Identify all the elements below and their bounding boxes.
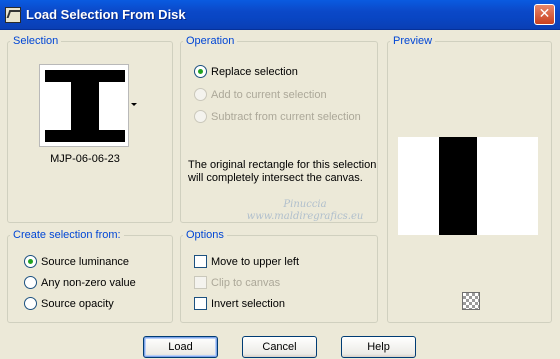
checkerboard-icon[interactable] <box>462 292 480 310</box>
cancel-button[interactable]: Cancel <box>242 336 317 358</box>
radio-label: Any non-zero value <box>41 277 136 289</box>
chevron-down-icon[interactable] <box>131 103 137 106</box>
selection-name: MJP-06-06-23 <box>50 153 120 165</box>
checkbox[interactable] <box>194 297 207 310</box>
checkbox-label: Move to upper left <box>211 256 300 268</box>
thumbnail-shape-stem <box>71 82 99 130</box>
window-title: Load Selection From Disk <box>26 7 186 22</box>
help-button[interactable]: Help <box>341 336 416 358</box>
checkbox[interactable] <box>194 255 207 268</box>
radio-button[interactable] <box>194 65 207 78</box>
thumbnail-shape-top <box>45 70 125 82</box>
checkbox-label: Clip to canvas <box>211 277 281 289</box>
radio-button[interactable] <box>24 297 37 310</box>
radio-button[interactable] <box>24 255 37 268</box>
preview-group-title: Preview <box>390 35 436 47</box>
radio-label: Source luminance <box>41 256 130 268</box>
preview-image <box>398 137 538 235</box>
preview-selection-shape <box>439 137 477 235</box>
selection-thumbnail[interactable] <box>39 64 129 147</box>
watermark: Pinuccia www.maldiregrafics.eu <box>205 199 405 223</box>
operation-info-text: The original rectangle for this selectio… <box>188 159 377 184</box>
thumbnail-shape-bottom <box>45 130 125 142</box>
watermark-line-1: Pinuccia <box>283 199 327 210</box>
checkbox[interactable] <box>194 276 207 289</box>
create-selection-group-title: Create selection from: <box>10 229 124 241</box>
operation-group-title: Operation <box>183 35 238 47</box>
options-group-title: Options <box>183 229 227 241</box>
radio-label: Replace selection <box>211 66 298 78</box>
radio-label: Add to current selection <box>211 89 327 101</box>
selection-group-title: Selection <box>10 35 62 47</box>
radio-label: Source opacity <box>41 298 114 310</box>
close-button[interactable]: ✕ <box>534 4 555 25</box>
watermark-line-2: www.maldiregrafics.eu <box>246 211 364 222</box>
radio-label: Subtract from current selection <box>211 111 361 123</box>
load-button[interactable]: Load <box>143 336 218 358</box>
checkbox-label: Invert selection <box>211 298 285 310</box>
radio-button[interactable] <box>194 110 207 123</box>
radio-button[interactable] <box>24 276 37 289</box>
selection-tool-icon <box>5 7 21 23</box>
title-bar[interactable]: Load Selection From Disk ✕ <box>0 0 560 30</box>
radio-button[interactable] <box>194 88 207 101</box>
